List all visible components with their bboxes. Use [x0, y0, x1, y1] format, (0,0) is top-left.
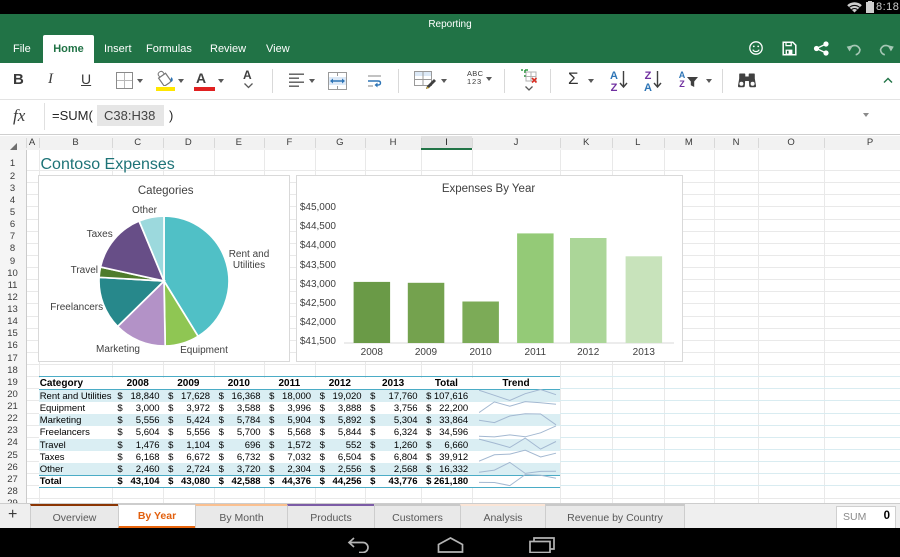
svg-text:Z: Z: [645, 70, 652, 82]
svg-text:Z: Z: [611, 82, 618, 92]
svg-text:Z: Z: [679, 79, 685, 89]
svg-text:A: A: [644, 82, 652, 92]
svg-text:A: A: [610, 70, 618, 82]
